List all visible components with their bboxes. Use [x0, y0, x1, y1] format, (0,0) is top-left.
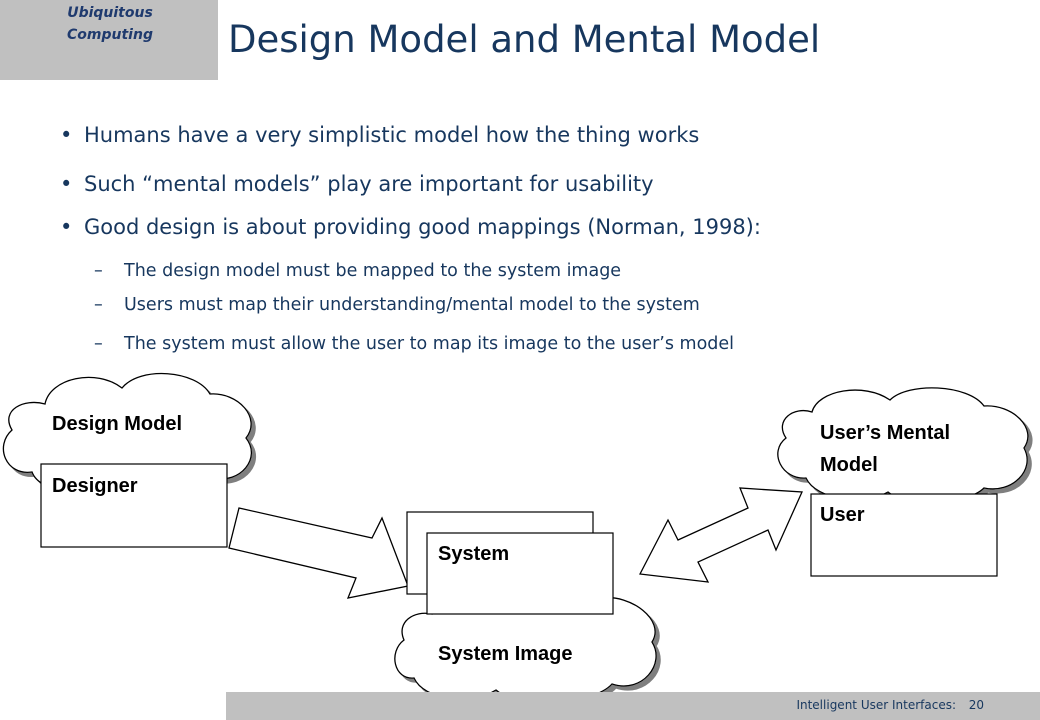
designer-label: Designer [52, 475, 138, 497]
arrow-designer-to-system-icon [228, 507, 409, 599]
footer-page-number: 20 [968, 698, 984, 712]
footer-bar: Intelligent User Interfaces: 20 [226, 692, 1040, 720]
design-model-label: Design Model [52, 413, 183, 435]
slide: Ubiquitous Computing Design Model and Me… [0, 0, 1040, 720]
system-image-label: System Image [438, 643, 573, 665]
footer-course: Intelligent User Interfaces: [796, 698, 956, 712]
users-mental-model-label-line1: User’s Mental [820, 422, 951, 444]
users-mental-model-label-line2: Model [820, 454, 878, 476]
user-label: User [820, 504, 865, 526]
arrow-system-user-double-icon [638, 487, 803, 583]
system-label: System [438, 543, 510, 565]
mapping-diagram [2, 372, 1029, 703]
